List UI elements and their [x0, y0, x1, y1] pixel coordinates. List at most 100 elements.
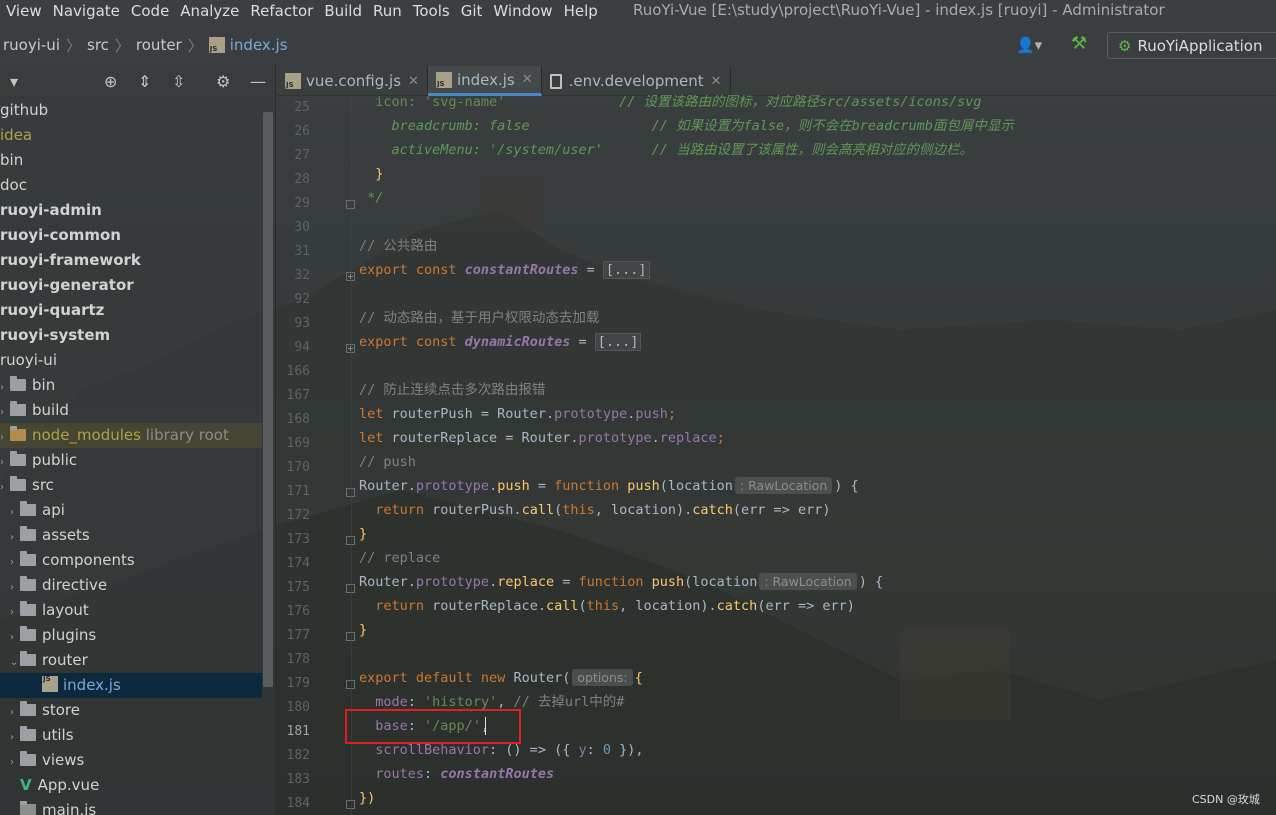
- code-line[interactable]: */: [359, 186, 383, 210]
- tree-item[interactable]: index.js: [0, 667, 262, 698]
- chevron-right-icon[interactable]: ›: [10, 600, 20, 625]
- chevron-right-icon[interactable]: ›: [10, 750, 20, 775]
- code-line[interactable]: // 公共路由: [359, 234, 437, 258]
- code-line[interactable]: export const constantRoutes = [...]: [359, 258, 650, 282]
- code-line[interactable]: Router.prototype.replace = function push…: [359, 570, 883, 594]
- gear-icon[interactable]: ⚙: [216, 72, 230, 91]
- tree-item[interactable]: › node_modules library root: [0, 423, 262, 448]
- tree-item[interactable]: › plugins: [0, 623, 262, 648]
- tree-item[interactable]: ruoyi-admin: [0, 198, 262, 223]
- folded-region[interactable]: [...]: [602, 261, 650, 279]
- tree-item[interactable]: idea: [0, 123, 262, 148]
- tree-item[interactable]: github: [0, 98, 262, 123]
- tree-item[interactable]: ⌄ router: [0, 648, 262, 673]
- run-configuration-select[interactable]: ⚙ RuoYiApplication: [1107, 32, 1276, 59]
- menu-analyze[interactable]: Analyze: [176, 2, 243, 20]
- tree-item[interactable]: ruoyi-quartz: [0, 298, 262, 323]
- code-line[interactable]: activeMenu: '/system/user' // 当路由设置了该属性，…: [359, 138, 973, 162]
- breadcrumb-item-ruoyi-ui[interactable]: ruoyi-ui: [3, 36, 60, 54]
- tree-item[interactable]: ruoyi-system: [0, 323, 262, 348]
- breadcrumb-item-router[interactable]: router: [136, 36, 182, 54]
- code-line[interactable]: let routerReplace = Router.prototype.rep…: [359, 426, 725, 450]
- code-line[interactable]: icon: 'svg-name' // 设置该路由的图标，对应路径src/ass…: [359, 90, 981, 114]
- tree-item[interactable]: doc: [0, 173, 262, 198]
- tree-item[interactable]: bin: [0, 148, 262, 173]
- menu-help[interactable]: Help: [560, 2, 602, 20]
- tree-item[interactable]: ruoyi-framework: [0, 248, 262, 273]
- code-line[interactable]: Router.prototype.push = function push(lo…: [359, 474, 859, 498]
- project-tree-scrollbar[interactable]: [263, 112, 273, 687]
- close-icon[interactable]: ✕: [522, 72, 533, 87]
- tree-item[interactable]: ruoyi-generator: [0, 273, 262, 298]
- chevron-right-icon[interactable]: ›: [10, 550, 20, 575]
- tree-item[interactable]: › views: [0, 748, 262, 773]
- tree-item[interactable]: › build: [0, 398, 262, 423]
- tree-item[interactable]: ruoyi-common: [0, 223, 262, 248]
- tree-item[interactable]: ruoyi-ui: [0, 348, 262, 373]
- locate-target-icon[interactable]: ⊕: [104, 72, 117, 91]
- chevron-right-icon[interactable]: ›: [0, 400, 10, 425]
- tree-item[interactable]: › layout: [0, 598, 262, 623]
- tree-item[interactable]: › src: [0, 473, 262, 498]
- code-line[interactable]: }: [359, 522, 367, 546]
- chevron-right-icon[interactable]: ›: [0, 375, 10, 400]
- tree-item[interactable]: main.js: [0, 798, 262, 815]
- chevron-right-icon[interactable]: ›: [10, 575, 20, 600]
- code-editor[interactable]: icon: 'svg-name' // 设置该路由的图标，对应路径src/ass…: [359, 94, 1276, 815]
- minimize-icon[interactable]: —: [250, 72, 266, 91]
- code-line[interactable]: // replace: [359, 546, 440, 570]
- code-line[interactable]: }: [359, 162, 383, 186]
- collapse-all-icon[interactable]: ⇳: [172, 72, 185, 91]
- menu-view[interactable]: View: [0, 2, 46, 20]
- code-line[interactable]: export default new Router(options:{: [359, 666, 643, 690]
- code-line[interactable]: routes: constantRoutes: [359, 762, 554, 786]
- tree-item[interactable]: V App.vue: [0, 773, 262, 798]
- menu-code[interactable]: Code: [127, 2, 173, 20]
- chevron-right-icon[interactable]: ›: [10, 525, 20, 550]
- code-line[interactable]: return routerPush.call(this, location).c…: [359, 498, 830, 522]
- chevron-right-icon[interactable]: ›: [0, 425, 10, 450]
- menu-navigate[interactable]: Navigate: [49, 2, 124, 20]
- menu-window[interactable]: Window: [489, 2, 556, 20]
- close-icon[interactable]: ✕: [408, 74, 419, 89]
- menu-refactor[interactable]: Refactor: [246, 2, 317, 20]
- code-line[interactable]: breadcrumb: false // 如果设置为false，则不会在brea…: [359, 114, 1014, 138]
- chevron-right-icon[interactable]: ›: [0, 475, 10, 500]
- code-line[interactable]: // 防止连续点击多次路由报错: [359, 378, 545, 402]
- tree-item[interactable]: › store: [0, 698, 262, 723]
- expand-all-icon[interactable]: ⇕: [138, 72, 151, 91]
- tree-item[interactable]: › public: [0, 448, 262, 473]
- menu-build[interactable]: Build: [320, 2, 366, 20]
- code-token: call: [545, 598, 579, 614]
- tree-item-label: bin: [0, 151, 24, 169]
- code-line[interactable]: // push: [359, 450, 416, 474]
- build-hammer-icon[interactable]: ⚒: [1071, 33, 1087, 54]
- chevron-right-icon[interactable]: ›: [10, 625, 20, 650]
- tree-item[interactable]: › api: [0, 498, 262, 523]
- chevron-right-icon[interactable]: ›: [0, 450, 10, 475]
- chevron-right-icon[interactable]: ›: [10, 500, 20, 525]
- chevron-right-icon[interactable]: ›: [10, 725, 20, 750]
- code-line[interactable]: export const dynamicRoutes = [...]: [359, 330, 642, 354]
- menu-run[interactable]: Run: [369, 2, 406, 20]
- chevron-down-icon[interactable]: ⌄: [10, 650, 20, 675]
- tree-item[interactable]: › directive: [0, 573, 262, 598]
- code-line[interactable]: // 动态路由，基于用户权限动态去加载: [359, 306, 599, 330]
- close-icon[interactable]: ✕: [711, 74, 722, 89]
- folded-region[interactable]: [...]: [594, 333, 642, 351]
- menu-git[interactable]: Git: [457, 2, 487, 20]
- breadcrumb-item-index-js[interactable]: index.js: [230, 36, 288, 54]
- dropdown-arrow-icon[interactable]: ▾: [10, 72, 18, 91]
- tree-item[interactable]: › utils: [0, 723, 262, 748]
- tree-item[interactable]: › components: [0, 548, 262, 573]
- code-line[interactable]: return routerReplace.call(this, location…: [359, 594, 855, 618]
- tree-item[interactable]: › bin: [0, 373, 262, 398]
- code-line[interactable]: }: [359, 618, 367, 642]
- code-line[interactable]: let routerPush = Router.prototype.push;: [359, 402, 676, 426]
- breadcrumb-item-src[interactable]: src: [87, 36, 109, 54]
- chevron-right-icon[interactable]: ›: [10, 700, 20, 725]
- user-account-icon[interactable]: 👤▾: [1016, 36, 1042, 54]
- tree-item[interactable]: › assets: [0, 523, 262, 548]
- code-line[interactable]: }): [359, 786, 375, 810]
- menu-tools[interactable]: Tools: [409, 2, 454, 20]
